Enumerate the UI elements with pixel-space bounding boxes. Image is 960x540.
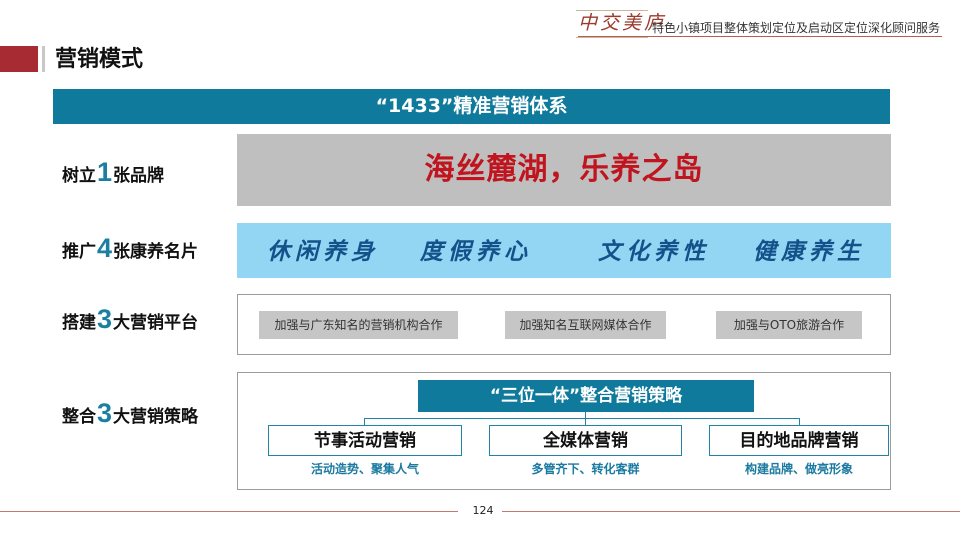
row-label-platforms: 搭建 3 大营销平台 [62,299,198,339]
row-label-cards: 推广 4 张康养名片 [62,228,198,268]
header-divider [578,36,942,37]
platform-chip: 加强与广东知名的营销机构合作 [259,311,458,339]
row-label-number: 1 [97,157,113,187]
system-banner: “1433”精准营销体系 [53,89,890,124]
row-label-number: 3 [97,304,113,334]
card-item: 健康养生 [753,238,865,265]
footer-rule-right [502,511,960,512]
strategy-header: “三位一体”整合营销策略 [418,380,754,412]
row-label-suffix: 大营销平台 [113,313,199,333]
platform-chip: 加强与OTO旅游合作 [716,311,862,339]
row-label-brand: 树立 1 张品牌 [62,152,164,192]
card-item: 休闲养身 [267,238,379,265]
card-item: 度假养心 [420,238,532,265]
row-label-prefix: 树立 [62,166,96,186]
row-label-prefix: 搭建 [62,313,96,333]
strategy-item: 目的地品牌营销 [709,425,889,456]
footer-rule-left [0,511,458,512]
connector-line [585,418,586,425]
connector-line [364,418,800,419]
page-number: 124 [472,504,494,517]
row-label-prefix: 整合 [62,407,96,427]
strategy-item: 节事活动营销 [268,425,462,456]
brand-logo: 中交美庐 [576,8,663,38]
title-separator [42,46,45,72]
row-label-number: 4 [97,233,113,263]
brand-slogan: 海丝麓湖，乐养之岛 [237,134,891,206]
title-accent-bar [0,46,38,72]
card-item: 文化养性 [598,238,710,265]
strategy-desc: 活动造势、聚集人气 [310,462,419,476]
page-title: 营销模式 [55,47,144,72]
connector-line [364,418,365,425]
row-label-suffix: 大营销策略 [113,407,199,427]
row-label-suffix: 张康养名片 [113,242,199,262]
connector-line [799,418,800,425]
strategy-desc: 构建品牌、做亮形象 [744,462,853,476]
platform-chip: 加强知名互联网媒体合作 [505,311,666,339]
strategy-item: 全媒体营销 [489,425,682,456]
row-label-suffix: 张品牌 [113,166,165,186]
header-title: 特色小镇项目整体策划定位及启动区定位深化顾问服务 [652,21,941,35]
row-label-number: 3 [97,398,113,428]
strategy-desc: 多管齐下、转化客群 [531,462,640,476]
row-label-strategies: 整合 3 大营销策略 [62,393,198,433]
row-label-prefix: 推广 [62,242,96,262]
